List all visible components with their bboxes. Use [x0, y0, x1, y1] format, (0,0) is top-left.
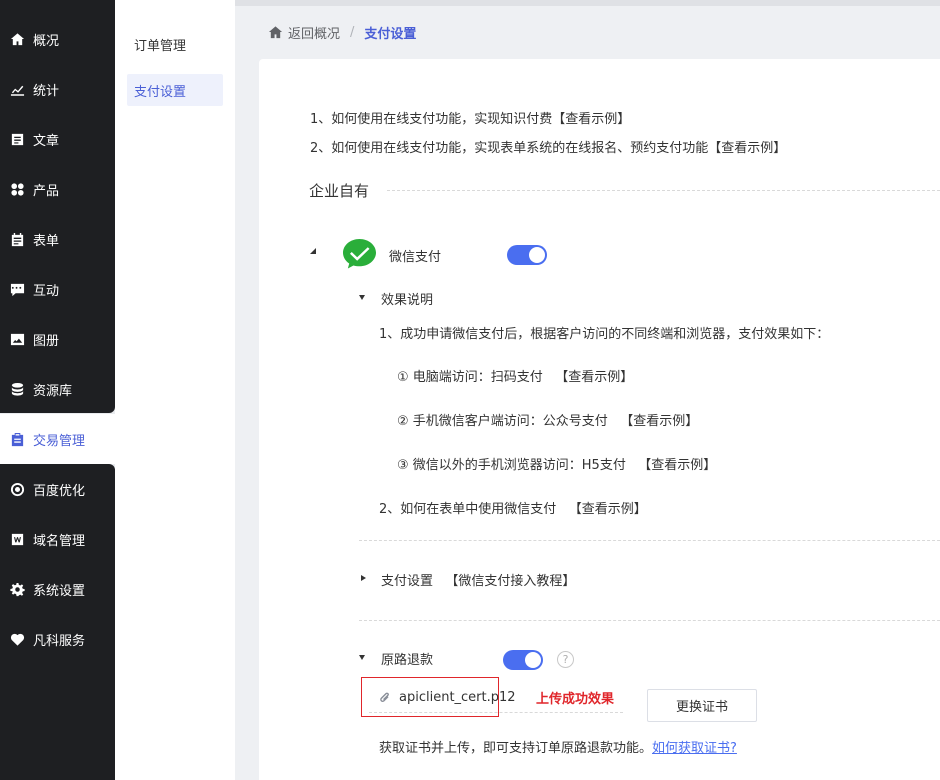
sidebar-item-label: 凡科服务 — [33, 633, 86, 649]
sidebar-item-label: 图册 — [33, 333, 60, 349]
certificate-hint-text: 获取证书并上传，即可支持订单原路退款功能。 — [379, 741, 653, 756]
file-underline — [369, 712, 623, 713]
wechat-pay-label: 微信支付 — [389, 250, 442, 265]
breadcrumb-separator: / — [350, 24, 355, 40]
clipboard-icon — [9, 431, 25, 447]
sidebar-item-label: 系统设置 — [33, 583, 86, 599]
album-icon — [9, 331, 25, 347]
main-sidebar: 概况 统计 文章 产品 表单 互动 图册 资源库 交易管理 百度优化 域名管理 — [0, 0, 115, 780]
effect-pc-row: ① 电脑端访问：扫码支付 【查看示例】 — [397, 366, 633, 385]
sidebar-item-label: 文章 — [33, 133, 60, 149]
breadcrumb-current: 支付设置 — [364, 26, 417, 42]
pay-settings-row: 支付设置 【微信支付接入教程】 — [381, 570, 575, 589]
product-icon — [9, 181, 25, 197]
top-strip — [235, 0, 940, 6]
secondary-menu: 订单管理 支付设置 — [115, 0, 235, 780]
effect-mobile-wechat-link[interactable]: 【查看示例】 — [620, 414, 698, 429]
sidebar-item-trade[interactable]: 交易管理 — [0, 414, 115, 464]
intro-line-2-text: 2、如何使用在线支付功能，实现表单系统的在线报名、预约支付功能 — [310, 141, 709, 156]
database-icon — [9, 381, 25, 397]
sidebar-item-system-settings[interactable]: 系统设置 — [0, 564, 115, 614]
sidebar-item-resources[interactable]: 资源库 — [0, 364, 115, 414]
pay-settings-title[interactable]: 支付设置 — [381, 574, 433, 589]
divider-2 — [359, 620, 940, 621]
toggle-knob — [525, 652, 541, 668]
refund-toggle[interactable] — [503, 650, 543, 670]
gear-icon — [9, 581, 25, 597]
sidebar-item-label: 百度优化 — [33, 483, 86, 499]
home-icon — [9, 31, 25, 47]
intro-line-1-link[interactable]: 【查看示例】 — [552, 112, 630, 127]
form-icon — [9, 231, 25, 247]
wechat-pay-logo-icon — [343, 238, 376, 269]
sidebar-item-label: 域名管理 — [33, 533, 86, 549]
attachment-icon — [380, 692, 389, 702]
sidebar-item-domain[interactable]: 域名管理 — [0, 514, 115, 564]
toggle-knob — [529, 247, 545, 263]
intro-line-1: 1、如何使用在线支付功能，实现知识付费【查看示例】 — [310, 108, 630, 127]
submenu-item-payment-settings[interactable]: 支付设置 — [127, 74, 223, 106]
refund-title[interactable]: 原路退款 — [381, 649, 433, 668]
sidebar-item-article[interactable]: 文章 — [0, 114, 115, 164]
sidebar-item-stats[interactable]: 统计 — [0, 64, 115, 114]
effect-pc-text: ① 电脑端访问：扫码支付 — [397, 370, 543, 385]
replace-certificate-button[interactable]: 更换证书 — [647, 689, 757, 722]
upload-success-annotation: 上传成功效果 — [536, 692, 615, 707]
article-icon — [9, 131, 25, 147]
sidebar-item-overview[interactable]: 概况 — [0, 14, 115, 64]
effect-form-link[interactable]: 【查看示例】 — [569, 502, 647, 517]
effect-title[interactable]: 效果说明 — [381, 289, 433, 308]
certificate-hint: 获取证书并上传，即可支持订单原路退款功能。如何获取证书? — [379, 737, 737, 756]
effect-mobile-wechat-text: ② 手机微信客户端访问：公众号支付 — [397, 414, 608, 429]
intro-line-2: 2、如何使用在线支付功能，实现表单系统的在线报名、预约支付功能【查看示例】 — [310, 137, 786, 156]
sidebar-item-label: 概况 — [33, 33, 60, 49]
collapse-caret-icon[interactable] — [310, 248, 316, 254]
sidebar-item-interaction[interactable]: 互动 — [0, 264, 115, 314]
effect-pc-link[interactable]: 【查看示例】 — [555, 370, 633, 385]
chat-icon — [9, 281, 25, 297]
seo-icon — [9, 481, 25, 497]
sidebar-item-album[interactable]: 图册 — [0, 314, 115, 364]
section-divider — [387, 190, 940, 191]
help-icon[interactable]: ? — [557, 651, 574, 668]
breadcrumb-back-link[interactable]: 返回概况 — [268, 23, 340, 42]
breadcrumb: 返回概况 / 支付设置 — [268, 22, 416, 42]
effect-mobile-other-link[interactable]: 【查看示例】 — [638, 458, 716, 473]
stats-icon — [9, 81, 25, 97]
uploaded-file[interactable]: apiclient_cert.p12 — [378, 690, 516, 705]
sidebar-item-label: 资源库 — [33, 383, 73, 399]
sidebar-item-label: 交易管理 — [33, 433, 86, 449]
sidebar-item-label: 产品 — [33, 183, 60, 199]
sidebar-item-form[interactable]: 表单 — [0, 214, 115, 264]
sidebar-item-seo[interactable]: 百度优化 — [0, 464, 115, 514]
uploaded-file-name: apiclient_cert.p12 — [399, 690, 516, 705]
heart-icon — [9, 631, 25, 647]
effect-expand-caret-icon[interactable] — [359, 295, 365, 300]
sidebar-item-services[interactable]: 凡科服务 — [0, 614, 115, 664]
home-icon — [268, 25, 283, 38]
divider-1 — [359, 540, 940, 541]
effect-mobile-other-row: ③ 微信以外的手机浏览器访问：H5支付 【查看示例】 — [397, 454, 716, 473]
how-to-get-certificate-link[interactable]: 如何获取证书? — [652, 741, 737, 756]
domain-icon — [9, 531, 25, 547]
sidebar-item-product[interactable]: 产品 — [0, 164, 115, 214]
sidebar-item-label: 统计 — [33, 83, 60, 99]
wechat-pay-toggle[interactable] — [507, 245, 547, 265]
effect-mobile-wechat-row: ② 手机微信客户端访问：公众号支付 【查看示例】 — [397, 410, 698, 429]
breadcrumb-back-label: 返回概况 — [288, 26, 341, 42]
effect-mobile-other-text: ③ 微信以外的手机浏览器访问：H5支付 — [397, 458, 626, 473]
section-title: 企业自有 — [309, 182, 370, 200]
pay-settings-expand-caret-icon[interactable] — [361, 575, 366, 581]
sidebar-item-label: 互动 — [33, 283, 60, 299]
sidebar-item-label: 表单 — [33, 233, 60, 249]
effect-form-text: 2、如何在表单中使用微信支付 — [379, 502, 557, 517]
pay-settings-tutorial-link[interactable]: 【微信支付接入教程】 — [445, 574, 575, 589]
submenu-item-orders[interactable]: 订单管理 — [127, 28, 223, 60]
effect-form-row: 2、如何在表单中使用微信支付 【查看示例】 — [379, 498, 647, 517]
refund-expand-caret-icon[interactable] — [359, 655, 365, 660]
intro-line-2-link[interactable]: 【查看示例】 — [708, 141, 786, 156]
intro-line-1-text: 1、如何使用在线支付功能，实现知识付费 — [310, 112, 553, 127]
effect-line-1: 1、成功申请微信支付后，根据客户访问的不同终端和浏览器，支付效果如下： — [379, 327, 830, 342]
